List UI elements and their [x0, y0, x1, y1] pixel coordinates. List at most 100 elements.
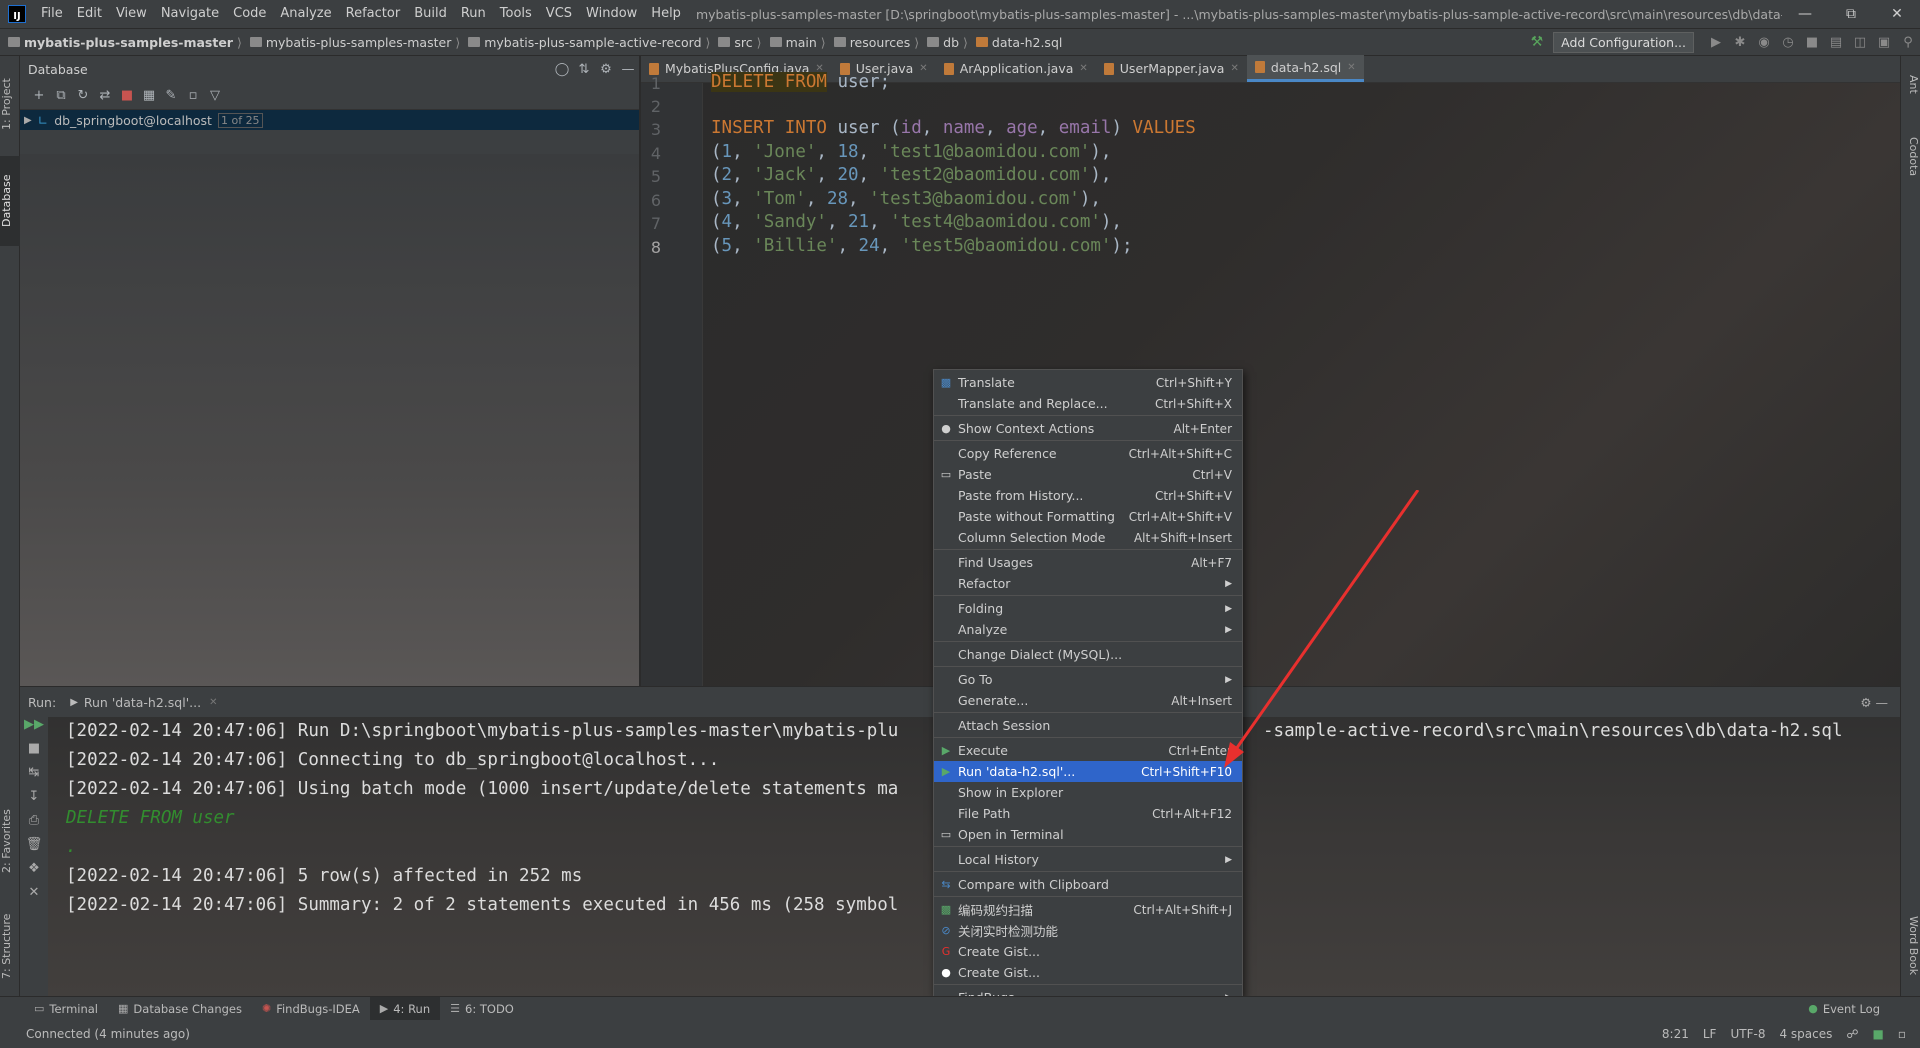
menu-edit[interactable]: Edit	[70, 0, 109, 28]
context-menu-item-paste-without-formatting[interactable]: Paste without Formatting Ctrl+Alt+Shift+V	[934, 506, 1242, 527]
menu-tools[interactable]: Tools	[493, 0, 539, 28]
context-menu-item-run-data-h2-sql[interactable]: ▶ Run 'data-h2.sql'... Ctrl+Shift+F10	[934, 761, 1242, 782]
globe-icon[interactable]: ◯	[551, 62, 573, 77]
table-icon[interactable]: ▦	[138, 88, 160, 103]
menu-window[interactable]: Window	[579, 0, 644, 28]
tab-data-h2-sql[interactable]: data-h2.sql ✕	[1246, 55, 1364, 82]
context-menu-item-show-context-actions[interactable]: ● Show Context Actions Alt+Enter	[934, 418, 1242, 439]
context-menu-item-copy-reference[interactable]: Copy Reference Ctrl+Alt+Shift+C	[934, 443, 1242, 464]
hide-icon[interactable]: —	[617, 62, 639, 77]
tab-project[interactable]: 1: Project	[0, 64, 20, 144]
stop-icon[interactable]: ■	[20, 741, 48, 765]
toolwindow-terminal[interactable]: ▭ Terminal	[24, 997, 108, 1021]
toolwindow-todo[interactable]: ☰ 6: TODO	[440, 997, 524, 1021]
context-menu-item-open-in-terminal[interactable]: ▭ Open in Terminal	[934, 824, 1242, 845]
context-menu-item-attach-session[interactable]: Attach Session	[934, 715, 1242, 736]
breadcrumb-submodule[interactable]: mybatis-plus-sample-active-record ⟩	[460, 35, 710, 50]
print-icon[interactable]: ⎙	[20, 813, 48, 837]
toolwindow-run[interactable]: ▶ 4: Run	[369, 996, 441, 1021]
context-menu-item-refactor[interactable]: Refactor ▶	[934, 573, 1242, 594]
gear-icon[interactable]: ⚙ —	[1860, 695, 1888, 710]
context-menu-item-paste[interactable]: ▭ Paste Ctrl+V	[934, 464, 1242, 485]
add-icon[interactable]: +	[28, 88, 50, 103]
context-menu-item-column-selection-mode[interactable]: Column Selection Mode Alt+Shift+Insert	[934, 527, 1242, 548]
context-menu-item-compare-with-clipboard[interactable]: ⇆ Compare with Clipboard	[934, 874, 1242, 895]
menu-refactor[interactable]: Refactor	[339, 0, 408, 28]
breadcrumb-main[interactable]: main ⟩	[762, 35, 826, 50]
coverage-icon[interactable]: ◉	[1752, 35, 1776, 50]
context-menu-item-show-in-explorer[interactable]: Show in Explorer	[934, 782, 1242, 803]
breadcrumb-db[interactable]: db ⟩	[919, 35, 968, 50]
context-menu-item-go-to[interactable]: Go To ▶	[934, 669, 1242, 690]
context-menu-item-analyze[interactable]: Analyze ▶	[934, 619, 1242, 640]
context-menu-item-translate-and-replace[interactable]: Translate and Replace... Ctrl+Shift+X	[934, 393, 1242, 414]
stop-icon[interactable]: ■	[116, 88, 138, 103]
context-menu-item-change-dialect-mysql[interactable]: Change Dialect (MySQL)...	[934, 644, 1242, 665]
close-tab-icon[interactable]: ✕	[209, 697, 217, 708]
build-hammer-icon[interactable]: ⚒	[1531, 34, 1544, 50]
breadcrumb-project[interactable]: mybatis-plus-samples-master ⟩	[0, 35, 242, 50]
soft-wrap-icon[interactable]: ↹	[20, 765, 48, 789]
context-menu-item-create-gist[interactable]: G Create Gist...	[934, 941, 1242, 962]
context-menu-item-create-gist[interactable]: ● Create Gist...	[934, 962, 1242, 983]
tab-database[interactable]: Database	[0, 156, 20, 246]
context-menu-item-folding[interactable]: Folding ▶	[934, 598, 1242, 619]
context-menu-item-generate[interactable]: Generate... Alt+Insert	[934, 690, 1242, 711]
lock-icon[interactable]: ☍	[1846, 1027, 1858, 1041]
toolwindow-findbugs[interactable]: ✺ FindBugs-IDEA	[252, 997, 370, 1021]
tab-codota[interactable]: Codota	[1900, 122, 1920, 192]
refresh-icon[interactable]: ↻	[72, 88, 94, 103]
context-menu-item-execute[interactable]: ▶ Execute Ctrl+Enter	[934, 740, 1242, 761]
filter-icon[interactable]: ▽	[204, 88, 226, 103]
layout-icon[interactable]: ▣	[1872, 35, 1896, 50]
restore-icon[interactable]: ⧉	[1828, 0, 1874, 28]
minimize-icon[interactable]: —	[1782, 0, 1828, 28]
menu-analyze[interactable]: Analyze	[273, 0, 338, 28]
run-config-tab[interactable]: ▶ Run 'data-h2.sql'... ✕	[70, 695, 217, 710]
profile-icon[interactable]: ◷	[1776, 35, 1800, 50]
scroll-to-end-icon[interactable]: ↧	[20, 789, 48, 813]
vcs-icon[interactable]: ▤	[1824, 35, 1848, 50]
tab-ant[interactable]: Ant	[1900, 64, 1920, 104]
menu-run[interactable]: Run	[454, 0, 493, 28]
menu-file[interactable]: File	[34, 0, 70, 28]
sync-icon[interactable]: ⇄	[94, 88, 116, 103]
tree-item-db-springboot[interactable]: ▶ ∟ db_springboot@localhost 1 of 25	[20, 110, 639, 130]
context-menu-item-translate[interactable]: ▩ Translate Ctrl+Shift+Y	[934, 372, 1242, 393]
collapse-icon[interactable]: ⇅	[573, 62, 595, 77]
close-icon[interactable]: ✕	[20, 885, 48, 909]
caret-position[interactable]: 8:21	[1662, 1027, 1689, 1041]
indent-setting[interactable]: 4 spaces	[1779, 1027, 1832, 1041]
add-configuration-button[interactable]: Add Configuration...	[1553, 31, 1694, 53]
sql-console-icon[interactable]: ▫	[182, 88, 204, 103]
context-menu-item-local-history[interactable]: Local History ▶	[934, 849, 1242, 870]
breadcrumb-resources[interactable]: resources ⟩	[826, 35, 919, 50]
search-icon[interactable]: ⚲	[1896, 35, 1920, 50]
debug-icon[interactable]: ✱	[1728, 35, 1752, 50]
event-log-button[interactable]: ● Event Log	[1798, 997, 1890, 1021]
memory-icon[interactable]: ▫	[1898, 1027, 1906, 1041]
context-menu-item-paste-from-history[interactable]: Paste from History... Ctrl+Shift+V	[934, 485, 1242, 506]
stop-icon[interactable]: ■	[1800, 35, 1824, 50]
tab-usermapper[interactable]: UserMapper.java ✕	[1096, 55, 1247, 82]
context-menu-item-item-35[interactable]: ⊘ 关闭实时检测功能	[934, 920, 1242, 941]
rerun-icon[interactable]: ▶▶	[20, 717, 48, 741]
close-tab-icon[interactable]: ✕	[1230, 63, 1238, 74]
run-icon[interactable]: ▶	[1704, 35, 1728, 50]
toolwindow-database-changes[interactable]: ▦ Database Changes	[108, 997, 252, 1021]
project-structure-icon[interactable]: ◫	[1848, 35, 1872, 50]
close-tab-icon[interactable]: ✕	[919, 63, 927, 74]
menu-vcs[interactable]: VCS	[539, 0, 579, 28]
menu-help[interactable]: Help	[644, 0, 688, 28]
codota-icon[interactable]: ■	[1873, 1027, 1884, 1041]
close-tab-icon[interactable]: ✕	[1079, 63, 1087, 74]
tab-word-book[interactable]: Word Book	[1900, 901, 1920, 991]
expand-arrow-icon[interactable]: ▶	[24, 115, 32, 126]
file-encoding[interactable]: UTF-8	[1730, 1027, 1765, 1041]
tab-arapplication[interactable]: ArApplication.java ✕	[936, 55, 1096, 82]
tab-structure[interactable]: 7: Structure	[0, 901, 20, 991]
line-separator[interactable]: LF	[1703, 1027, 1717, 1041]
menu-view[interactable]: View	[109, 0, 154, 28]
breadcrumb-module[interactable]: mybatis-plus-samples-master ⟩	[242, 35, 460, 50]
menu-build[interactable]: Build	[407, 0, 454, 28]
